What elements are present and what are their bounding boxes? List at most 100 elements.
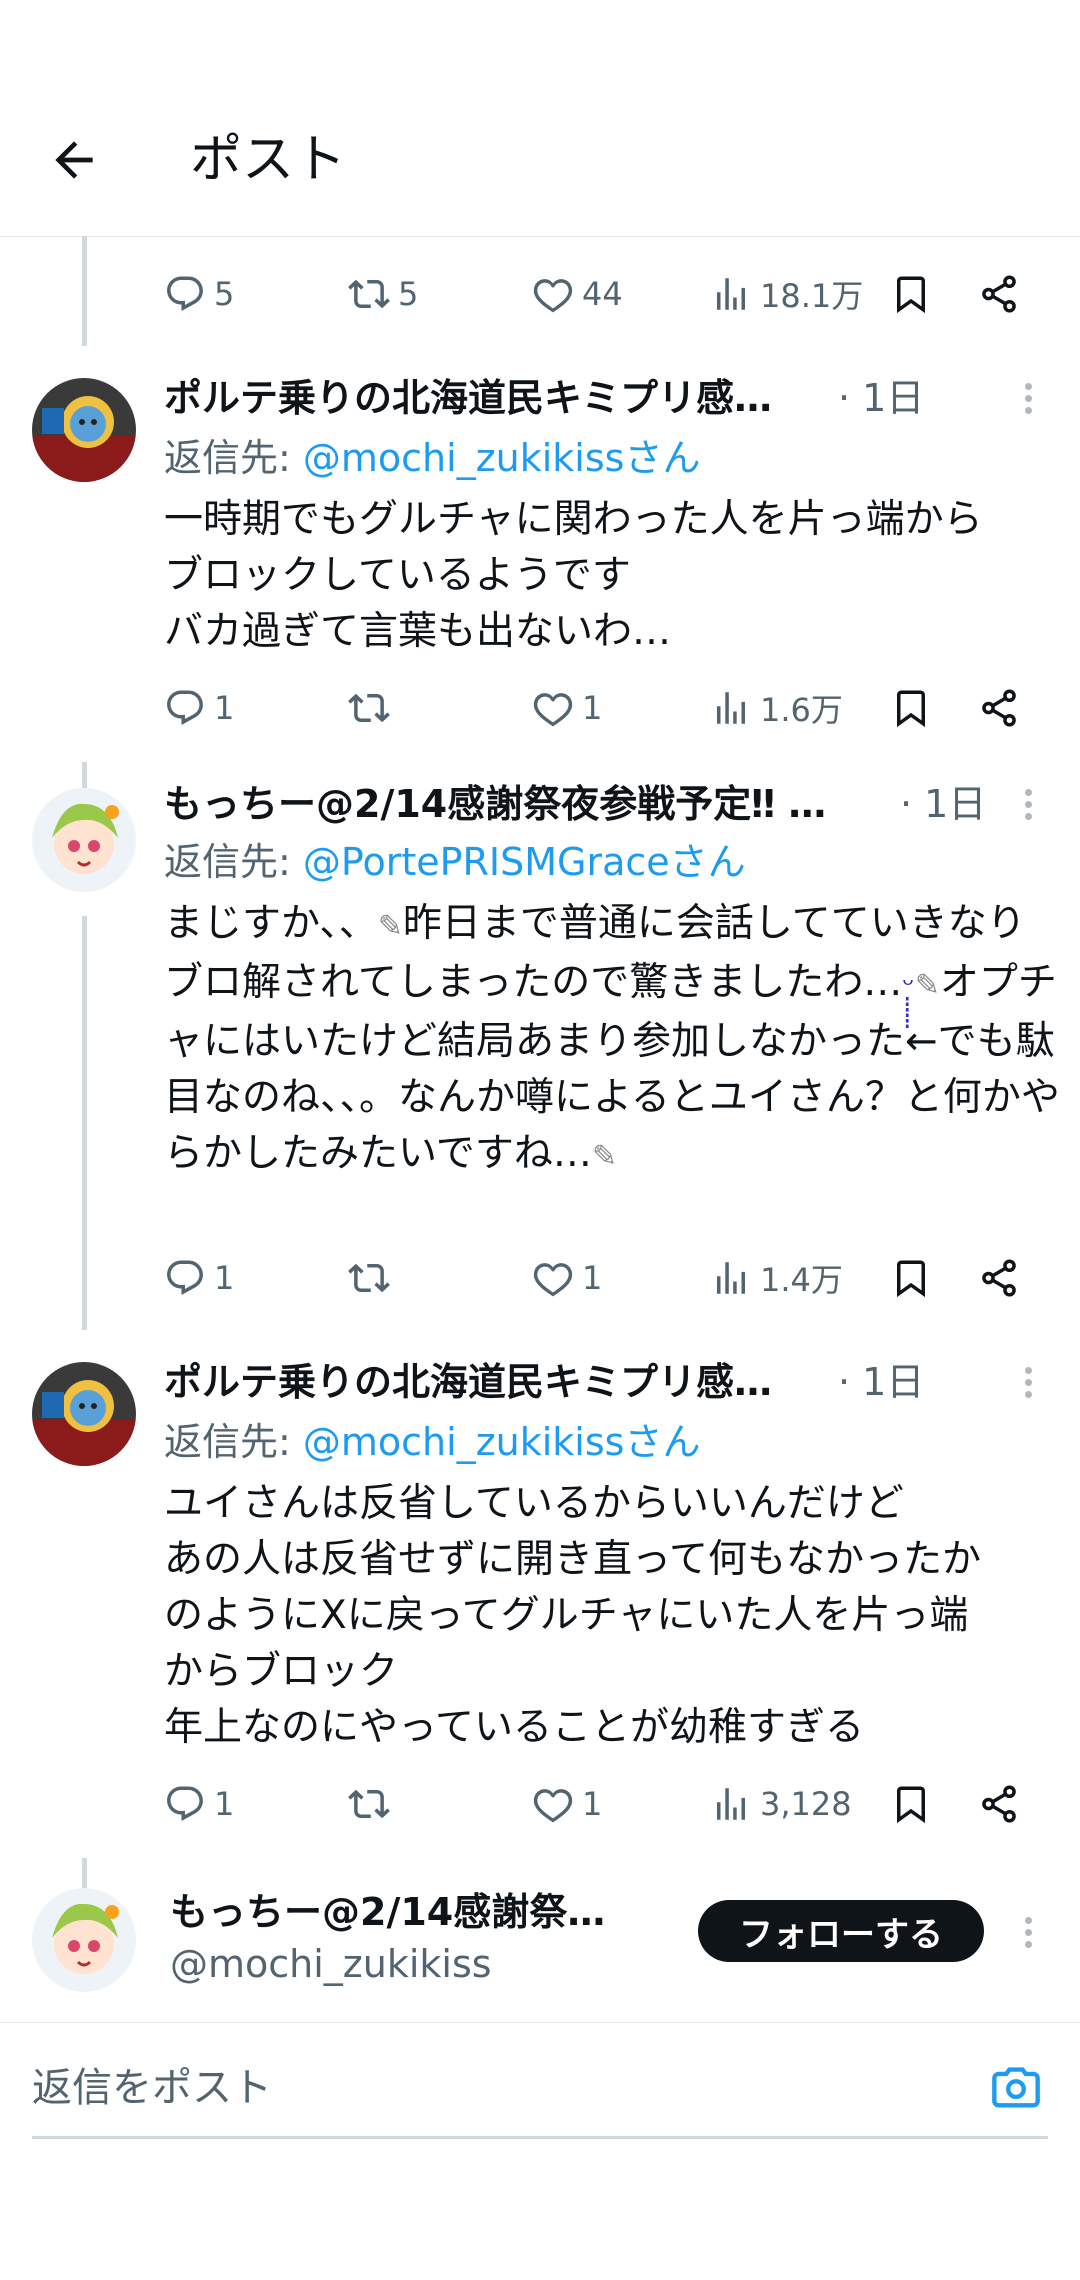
- post-time: · 1日: [838, 376, 925, 420]
- repost-button[interactable]: [348, 1776, 398, 1832]
- heart-icon: [533, 1789, 573, 1823]
- reply-count: 1: [214, 1259, 235, 1297]
- more-vertical-icon-dot: [1025, 801, 1032, 808]
- input-underline: [32, 2136, 1048, 2139]
- sweat-face-emoji-icon: ᵕ̣̣̣̣̣̣: [902, 968, 915, 1003]
- like-button[interactable]: 1: [532, 1250, 602, 1306]
- share-button[interactable]: [978, 1250, 1020, 1306]
- avatar[interactable]: [32, 1888, 136, 1992]
- camera-button[interactable]: [988, 2062, 1044, 2114]
- feather-emoji-icon: ✎: [377, 909, 403, 944]
- reply-button[interactable]: 5: [164, 266, 234, 322]
- camera-icon: [992, 2067, 1040, 2108]
- follow-button[interactable]: フォローする: [698, 1900, 984, 1962]
- bar-chart-icon: [717, 1262, 745, 1294]
- more-vertical-icon-dot: [1025, 407, 1032, 414]
- share-icon: [982, 689, 1016, 727]
- back-button[interactable]: [46, 132, 102, 188]
- action-bar: 1 1 1.6万: [164, 680, 1044, 736]
- post-text-line: からブロック: [164, 1649, 399, 1694]
- post-text-line: バカ過ぎて言葉も出ないわ…: [164, 609, 672, 654]
- bookmark-icon: [897, 1260, 925, 1298]
- share-button[interactable]: [978, 266, 1020, 322]
- bookmark-button[interactable]: [890, 266, 932, 322]
- more-button[interactable]: [1010, 1908, 1046, 1956]
- reply-to-handle[interactable]: @mochi_zukikissさん: [303, 1420, 701, 1464]
- reply-button[interactable]: 1: [164, 680, 234, 736]
- bookmark-button[interactable]: [890, 680, 932, 736]
- repost-button[interactable]: 5: [348, 266, 418, 322]
- views-count: 1.6万: [760, 691, 843, 729]
- author-name[interactable]: ポルテ乗りの北海道民キミプリ感…: [164, 374, 772, 422]
- reply-to-line: 返信先: @PortePRISMGraceさん: [164, 838, 746, 886]
- bookmark-button[interactable]: [890, 1250, 932, 1306]
- thread-line: [82, 1858, 87, 1888]
- reply-count: 1: [214, 689, 235, 727]
- repost-icon: [348, 1263, 390, 1293]
- reply-to-handle[interactable]: @PortePRISMGraceさん: [303, 840, 746, 884]
- repost-count: 5: [398, 275, 419, 313]
- post-text-paragraph: まじすか、、✎昨日まで普通に会話してていきなりブロ解されてしまったので驚きました…: [164, 896, 1064, 1185]
- post-text-line: 年上なのにやっていることが幼稚すぎる: [164, 1705, 865, 1750]
- author-name[interactable]: ポルテ乗りの北海道民キミプリ感…: [164, 1358, 772, 1406]
- post-text: 一時期でもグルチャに関わった人を片っ端から ブロックしているようです バカ過ぎて…: [164, 492, 1064, 660]
- like-button[interactable]: 1: [532, 1776, 602, 1832]
- avatar[interactable]: [32, 378, 136, 482]
- follow-card-name[interactable]: もっちー@2/14感謝祭…: [170, 1888, 605, 1936]
- reply-input[interactable]: 返信をポスト: [32, 2064, 272, 2112]
- reply-button[interactable]: 1: [164, 1250, 234, 1306]
- post-time: · 1日: [900, 782, 987, 826]
- more-vertical-icon-dot: [1025, 1941, 1032, 1948]
- repost-button[interactable]: [348, 680, 398, 736]
- views-button[interactable]: 1.4万: [710, 1250, 843, 1306]
- share-button[interactable]: [978, 1776, 1020, 1832]
- bar-chart-icon: [717, 278, 745, 310]
- views-count: 18.1万: [760, 277, 864, 315]
- more-button[interactable]: [1010, 780, 1046, 828]
- more-vertical-icon: [1025, 1917, 1032, 1924]
- repost-icon: [348, 279, 390, 309]
- like-button[interactable]: 44: [532, 266, 623, 322]
- thread-line: [82, 762, 87, 788]
- reply-to-line: 返信先: @mochi_zukikissさん: [164, 1418, 700, 1466]
- more-vertical-icon: [1025, 1367, 1032, 1374]
- reply-count: 1: [214, 1785, 235, 1823]
- thread-line: [82, 916, 87, 1330]
- views-button[interactable]: 1.6万: [710, 680, 843, 736]
- reply-button[interactable]: 1: [164, 1776, 234, 1832]
- repost-button[interactable]: [348, 1250, 398, 1306]
- top-bar: [0, 0, 1080, 237]
- like-count: 1: [582, 1785, 603, 1823]
- avatar[interactable]: [32, 1362, 136, 1466]
- post-text: まじすか、、✎昨日まで普通に会話してていきなりブロ解されてしまったので驚きました…: [164, 896, 1064, 1185]
- post-text-line: ユイさんは反省しているからいいんだけど: [164, 1481, 904, 1526]
- post-text-line: 一時期でもグルチャに関わった人を片っ端から: [164, 497, 983, 542]
- bar-chart-icon: [717, 692, 745, 724]
- feather-emoji-icon: ✎: [591, 1139, 617, 1174]
- bookmark-button[interactable]: [890, 1776, 932, 1832]
- bookmark-icon: [897, 276, 925, 314]
- avatar-image: [32, 378, 136, 482]
- author-name[interactable]: もっちー@2/14感謝祭夜参戦予定‼ …: [164, 780, 826, 828]
- like-button[interactable]: 1: [532, 680, 602, 736]
- reply-to-handle[interactable]: @mochi_zukikissさん: [303, 436, 701, 480]
- reply-to-label: 返信先:: [164, 436, 303, 480]
- views-button[interactable]: 3,128: [710, 1776, 852, 1832]
- avatar-image: [32, 1888, 136, 1992]
- more-button[interactable]: [1010, 374, 1046, 422]
- share-button[interactable]: [978, 680, 1020, 736]
- arrow-left-icon: [55, 141, 93, 179]
- more-button[interactable]: [1010, 1358, 1046, 1406]
- thread-line: [82, 236, 87, 346]
- share-icon: [982, 275, 1016, 313]
- bookmark-icon: [897, 690, 925, 728]
- share-icon: [982, 1259, 1016, 1297]
- more-vertical-icon-dot: [1025, 1379, 1032, 1386]
- reply-bubble-icon: [167, 1260, 203, 1295]
- follow-card-handle: @mochi_zukikiss: [170, 1942, 492, 1986]
- post-time: · 1日: [838, 1360, 925, 1404]
- avatar[interactable]: [32, 788, 136, 892]
- views-button[interactable]: 18.1万: [710, 266, 863, 322]
- reply-count: 5: [214, 275, 235, 313]
- more-vertical-icon-dot: [1025, 1929, 1032, 1936]
